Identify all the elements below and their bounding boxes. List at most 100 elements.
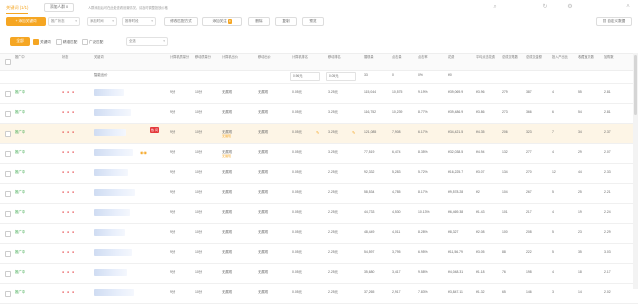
col-orders[interactable]: 总成交笔数 [502, 55, 524, 59]
row-checkbox[interactable] [5, 171, 11, 177]
row-keyword-blurred[interactable] [94, 229, 125, 236]
row-checkbox[interactable] [5, 111, 11, 117]
row-pc-bid[interactable]: 0.05元 [292, 190, 302, 195]
row-state-dots[interactable]: ● ● ● [62, 130, 75, 135]
period-select[interactable]: 推荐时段 [122, 17, 156, 26]
row-keyword-blurred[interactable] [94, 109, 131, 116]
copy-button[interactable]: 复制 [275, 17, 297, 26]
row-checkbox[interactable] [5, 251, 11, 257]
modify-match-button[interactable]: 修改匹配方式 [164, 17, 198, 26]
row-mobile-bid[interactable]: 2.25元 [328, 230, 338, 235]
col-mobile-bid[interactable]: 移动出价 [258, 55, 278, 59]
row-state-dots[interactable]: ● ● ● [62, 290, 75, 295]
row-keyword-blurred[interactable] [94, 89, 124, 96]
row-mobile-bid[interactable]: 2.25元 [328, 210, 338, 215]
row-pc-bid[interactable]: 0.05元 [292, 130, 302, 135]
row-state-dots[interactable]: ● ● ● [62, 210, 75, 215]
row-pc-bid[interactable]: 0.05元 [292, 150, 302, 155]
row-mobile-bid[interactable]: 3.25元 [328, 110, 338, 115]
table-row[interactable]: 推广中 ● ● ● 9分 10分 无展现 无展现 0.05元 3.25元 116,752 10,2… [0, 104, 638, 124]
row-mobile-bid[interactable]: 2.25元 [328, 190, 338, 195]
row-checkbox[interactable] [5, 191, 11, 197]
filter-exact[interactable]: 精准匹配 [56, 39, 77, 45]
col-pc-rank[interactable]: 计算机排名 [292, 55, 314, 59]
status-select[interactable]: 推广状态 [48, 17, 80, 26]
col-pc-bid[interactable]: 计算机出价 [222, 55, 242, 59]
collapse-icon[interactable]: ˄ [624, 3, 632, 11]
row-pc-bid[interactable]: 0.05元 [292, 210, 302, 215]
vertical-scrollbar[interactable] [633, 53, 638, 289]
tab-add-crowd[interactable]: 添加人群 0 [44, 3, 74, 12]
refresh-icon[interactable]: ↻ [541, 3, 549, 11]
row-checkbox[interactable] [5, 231, 11, 237]
table-row[interactable]: 推广中 ● ● ● 热 词 9分 10分 无展现 无展现 无展现 0.05元 ✎ ✎ 3.25元 121… [0, 124, 638, 144]
row-pc-bid[interactable]: 0.05元 [292, 170, 302, 175]
col-cost[interactable]: 花费 [448, 55, 454, 59]
row-keyword-blurred[interactable] [94, 289, 134, 296]
col-mobile-rank[interactable]: 移动排名 [328, 55, 350, 59]
scrollbar-thumb[interactable] [634, 55, 637, 115]
row-checkbox[interactable] [5, 271, 11, 277]
col-fav[interactable]: 收藏宝贝数 [578, 55, 600, 59]
edit-pencil-icon[interactable]: ✎ [316, 130, 319, 135]
row-pc-bid[interactable]: 0.05元 [292, 250, 302, 255]
row-mobile-bid[interactable]: 2.25元 [328, 270, 338, 275]
table-row[interactable]: 推广中 ● ● ● ◉◉ 9分 10分 无展现 无展现 无展现 0.05元 3.25元 77,519… [0, 144, 638, 164]
col-pc-quality[interactable]: 计算机质量分 [170, 55, 192, 59]
row-checkbox[interactable] [5, 91, 11, 97]
filter-broad[interactable]: 广泛匹配 [82, 39, 103, 45]
col-impressions[interactable]: 展现量 [364, 55, 374, 59]
row-state-dots[interactable]: ● ● ● [62, 190, 75, 195]
col-roi[interactable]: 投入产出比 [552, 55, 574, 59]
row-keyword-blurred[interactable] [94, 269, 127, 276]
row-mobile-bid[interactable]: 2.25元 [328, 170, 338, 175]
row-pc-bid[interactable]: 0.05元 [292, 110, 302, 115]
row-pc-bid[interactable]: 0.05元 [292, 270, 302, 275]
tab-keywords[interactable]: 关键词 (1/1) [6, 3, 29, 14]
broad-checkbox[interactable] [82, 39, 88, 45]
table-row[interactable]: 推广中 ● ● ● 9分 10分 无展现 无展现 0.05元 3.25元 115,044 10,5… [0, 84, 638, 104]
row-state-dots[interactable]: ● ● ● [62, 230, 75, 235]
row-keyword-blurred[interactable] [94, 189, 135, 196]
table-row[interactable]: 推广中 ● ● ● 9分 10分 无展现 无展现 0.05元 2.25元 58,534 4,785… [0, 184, 638, 204]
row-mobile-bid[interactable]: 2.25元 [328, 250, 338, 255]
row-checkbox[interactable] [5, 131, 11, 137]
col-ctr[interactable]: 点击率 [418, 55, 428, 59]
table-row[interactable]: 推广中 ● ● ● 9分 10分 无展现 无展现 0.05元 2.25元 37,265 2,917… [0, 284, 638, 304]
select-all-checkbox[interactable] [5, 59, 11, 65]
keyword-checkbox[interactable] [33, 39, 39, 45]
col-state[interactable]: 状态 [62, 55, 68, 59]
row-mobile-bid[interactable]: 2.25元 [328, 290, 338, 295]
row-keyword-blurred[interactable] [94, 169, 128, 176]
row-keyword-blurred[interactable] [94, 249, 132, 256]
mobile-price-input[interactable]: 0.05元 [326, 72, 356, 81]
filter-keyword[interactable]: 关键词 [33, 39, 51, 45]
row-keyword-blurred[interactable] [94, 129, 126, 136]
preview-button[interactable]: 预览 [302, 17, 324, 26]
col-status[interactable]: 推广中 [15, 55, 25, 59]
add-keyword-button[interactable]: + 添加关键词 [6, 17, 46, 26]
row-checkbox[interactable] [5, 211, 11, 217]
edit-pencil-icon[interactable]: ✎ [352, 130, 355, 135]
custom-columns-button[interactable]: ▦ 自定义数据 [596, 17, 632, 26]
table-row[interactable]: 推广中 ● ● ● 9分 10分 无展现 无展现 0.05元 2.25元 54,597 3,795… [0, 244, 638, 264]
row-mobile-bid[interactable]: 3.25元 [328, 150, 338, 155]
add-follow-button[interactable]: 添加关注 0 [202, 17, 242, 26]
time-select[interactable]: 添加时间 [87, 17, 117, 26]
row-state-dots[interactable]: ● ● ● [62, 250, 75, 255]
search-icon[interactable]: ⌕ [491, 3, 499, 11]
col-cart[interactable]: 加购数 [604, 55, 626, 59]
filter-select[interactable]: 全选 [126, 37, 168, 46]
row-keyword-blurred[interactable] [94, 209, 130, 216]
table-row[interactable]: 推广中 ● ● ● 9分 10分 无展现 无展现 0.05元 2.25元 44,733 4,530… [0, 204, 638, 224]
row-checkbox[interactable] [5, 151, 11, 157]
row-state-dots[interactable]: ● ● ● [62, 270, 75, 275]
row-pc-bid[interactable]: 0.05元 [292, 90, 302, 95]
row-mobile-bid[interactable]: 3.25元 [328, 130, 338, 135]
row-state-dots[interactable]: ● ● ● [62, 150, 75, 155]
row-checkbox[interactable] [5, 291, 11, 297]
col-cpc[interactable]: 平均点击花费 [476, 55, 498, 59]
filter-all-button[interactable]: 全部 [10, 37, 30, 46]
col-clicks[interactable]: 点击量 [392, 55, 402, 59]
row-state-dots[interactable]: ● ● ● [62, 170, 75, 175]
